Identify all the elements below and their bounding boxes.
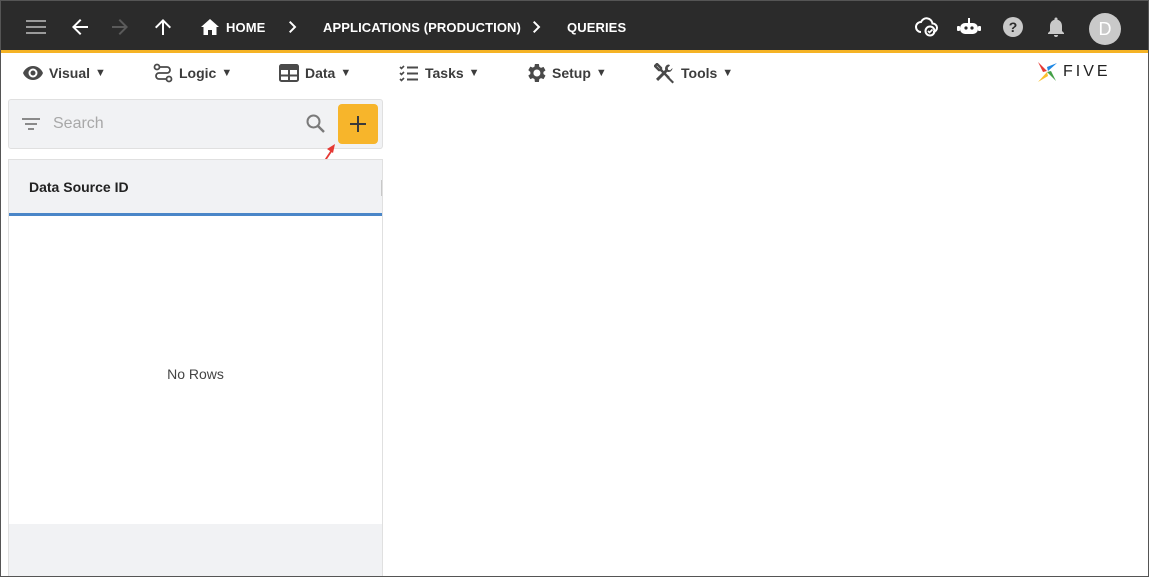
five-logo: FIVE [1035,58,1111,86]
gear-icon [528,64,546,82]
tools-icon [654,62,674,83]
menu-data-label: Data [305,65,336,81]
user-avatar[interactable]: D [1089,13,1121,45]
home-icon[interactable] [200,1,220,53]
menu-tools[interactable]: Tools ▼ [654,56,733,90]
menu-visual[interactable]: Visual ▼ [23,56,106,90]
menu-logic[interactable]: Logic ▼ [153,56,232,90]
search-input[interactable]: Search [53,115,104,133]
eye-icon [23,66,43,80]
plus-icon [350,116,366,132]
data-source-list: Data Source ID No Rows [8,159,383,576]
app-window: HOME APPLICATIONS (PRODUCTION) QUERIES ?… [0,0,1149,577]
caret-down-icon: ▼ [340,67,352,79]
column-separator[interactable] [381,180,382,196]
caret-down-icon: ▼ [221,67,233,79]
menu-icon[interactable] [21,1,51,53]
five-logo-text: FIVE [1063,63,1111,80]
menu-tasks[interactable]: Tasks ▼ [399,56,480,90]
breadcrumb-applications[interactable]: APPLICATIONS (PRODUCTION) [323,1,521,53]
arrow-back-icon[interactable] [67,1,93,53]
five-logo-icon [1038,62,1057,82]
cloud-check-icon[interactable] [913,1,941,53]
top-app-bar: HOME APPLICATIONS (PRODUCTION) QUERIES ?… [1,1,1148,53]
logic-icon [153,63,173,83]
menu-data[interactable]: Data ▼ [279,56,351,90]
bell-icon[interactable] [1045,1,1067,53]
breadcrumb-home[interactable]: HOME [226,1,265,53]
chevron-right-icon [285,1,301,53]
column-header[interactable]: Data Source ID [9,160,382,216]
chevron-right-icon [529,1,545,53]
menu-bar: Visual ▼ Logic ▼ Data ▼ Tasks ▼ Setup ▼ … [1,56,1148,92]
table-icon [279,64,299,82]
column-header-label: Data Source ID [29,179,129,195]
menu-tasks-label: Tasks [425,65,464,81]
search-icon[interactable] [305,113,327,135]
menu-tools-label: Tools [681,65,718,81]
arrow-up-icon[interactable] [151,1,175,53]
menu-setup-label: Setup [552,65,591,81]
chatbot-icon[interactable] [955,1,983,53]
svg-text:?: ? [1009,19,1018,35]
empty-state-text: No Rows [167,366,224,382]
help-icon[interactable]: ? [1001,1,1025,53]
arrow-forward-icon[interactable] [107,1,133,53]
caret-down-icon: ▼ [468,67,480,79]
menu-visual-label: Visual [49,65,90,81]
caret-down-icon: ▼ [95,67,106,79]
caret-down-icon: ▼ [722,67,734,79]
breadcrumb-queries[interactable]: QUERIES [567,1,626,53]
checklist-icon [399,65,418,82]
filter-icon[interactable] [21,114,41,134]
menu-setup[interactable]: Setup ▼ [526,56,607,90]
add-button[interactable] [338,104,378,144]
menu-logic-label: Logic [179,65,217,81]
caret-down-icon: ▼ [595,67,607,79]
list-footer [9,524,382,576]
